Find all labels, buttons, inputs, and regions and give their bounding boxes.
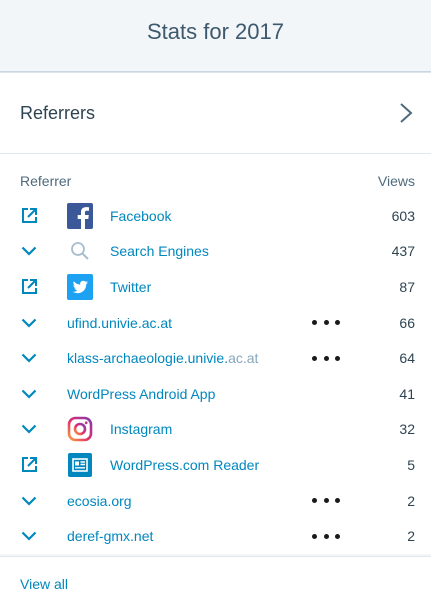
- card-footer: View all: [0, 556, 431, 610]
- referrer-name-text: deref-gmx.net: [67, 528, 154, 545]
- referrer-name-link[interactable]: WordPress Android App: [67, 386, 215, 402]
- external-link-icon[interactable]: [20, 278, 38, 296]
- referrer-name-suffix: ac.at: [228, 350, 259, 367]
- referrer-name-link[interactable]: Search Engines: [110, 243, 209, 259]
- referrer-name-text: WordPress.com Reader: [110, 456, 260, 473]
- chevron-down-icon[interactable]: [20, 527, 38, 545]
- view-all-link[interactable]: View all: [20, 576, 68, 592]
- more-options-icon[interactable]: [312, 531, 340, 541]
- referrer-name-text: Search Engines: [110, 243, 209, 260]
- chevron-down-icon[interactable]: [20, 492, 38, 510]
- twitter-icon: [67, 273, 93, 300]
- referrer-name-link[interactable]: klass-archaeologie.univie.ac.at: [67, 350, 258, 366]
- views-count: 87: [399, 278, 415, 295]
- table-row: Instagram 32: [0, 412, 431, 448]
- column-headers: Referrer Views: [0, 154, 431, 198]
- referrer-name-link[interactable]: ufind.univie.ac.at: [67, 315, 172, 331]
- referrer-name-text: ufind.univie.ac.at: [67, 314, 173, 331]
- chevron-down-icon[interactable]: [20, 385, 38, 403]
- views-count: 32: [399, 421, 415, 438]
- referrers-card: Referrers Referrer Views Facebook 603 Sear…: [0, 72, 431, 554]
- table-row: ufind.univie.ac.at 66: [0, 305, 431, 341]
- more-options-icon[interactable]: [312, 496, 340, 506]
- chevron-down-icon[interactable]: [20, 349, 38, 367]
- views-count: 64: [399, 350, 415, 367]
- stats-header: Stats for 2017: [0, 0, 431, 72]
- search-icon: [67, 238, 93, 264]
- views-count: 41: [399, 385, 415, 402]
- referrer-name-link[interactable]: Instagram: [110, 421, 172, 437]
- chevron-down-icon[interactable]: [20, 420, 38, 438]
- referrers-panel-header[interactable]: Referrers: [0, 73, 431, 154]
- referrer-name-link[interactable]: WordPress.com Reader: [110, 457, 259, 473]
- referrer-name-link[interactable]: ecosia.org: [67, 493, 132, 509]
- referrer-name-link[interactable]: Twitter: [110, 279, 151, 295]
- views-count: 603: [391, 207, 415, 224]
- chevron-down-icon[interactable]: [20, 314, 38, 332]
- referrer-name-text: Facebook: [110, 207, 172, 224]
- table-row: deref-gmx.net 2: [0, 518, 431, 554]
- referrer-name-text: Instagram: [110, 421, 173, 438]
- table-row: Facebook 603: [0, 198, 431, 234]
- instagram-icon: [67, 416, 93, 442]
- views-count: 437: [391, 243, 415, 260]
- table-row: Twitter 87: [0, 269, 431, 305]
- table-row: ecosia.org 2: [0, 483, 431, 519]
- referrer-name-text: WordPress Android App: [67, 385, 216, 402]
- page-title: Stats for 2017: [147, 18, 284, 44]
- table-row: WordPress.com Reader 5: [0, 447, 431, 483]
- views-count: 66: [399, 314, 415, 331]
- external-link-icon[interactable]: [20, 456, 38, 474]
- table-row: Search Engines 437: [0, 234, 431, 270]
- referrer-name-text: Twitter: [110, 278, 152, 295]
- views-count: 2: [407, 528, 415, 545]
- external-link-icon[interactable]: [20, 207, 38, 225]
- referrer-column-header: Referrer: [20, 173, 72, 189]
- views-count: 5: [407, 456, 415, 473]
- views-column-header: Views: [377, 173, 415, 189]
- views-count: 2: [407, 492, 415, 509]
- referrer-name-text: klass-archaeologie.univie.: [67, 350, 229, 367]
- table-row: klass-archaeologie.univie.ac.at 64: [0, 340, 431, 376]
- chevron-right-icon[interactable]: [396, 101, 416, 125]
- table-row: WordPress Android App 41: [0, 376, 431, 412]
- more-options-icon[interactable]: [312, 318, 340, 328]
- referrer-list: Facebook 603 Search Engines 437 Twitter 87 ufi…: [0, 198, 431, 554]
- more-options-icon[interactable]: [312, 353, 340, 363]
- panel-title: Referrers: [20, 102, 96, 123]
- referrer-name-link[interactable]: Facebook: [110, 208, 171, 224]
- facebook-icon: [67, 202, 93, 229]
- reader-icon: [67, 452, 93, 478]
- referrer-name-link[interactable]: deref-gmx.net: [67, 528, 153, 544]
- referrer-name-text: ecosia.org: [67, 492, 132, 509]
- chevron-down-icon[interactable]: [20, 242, 38, 260]
